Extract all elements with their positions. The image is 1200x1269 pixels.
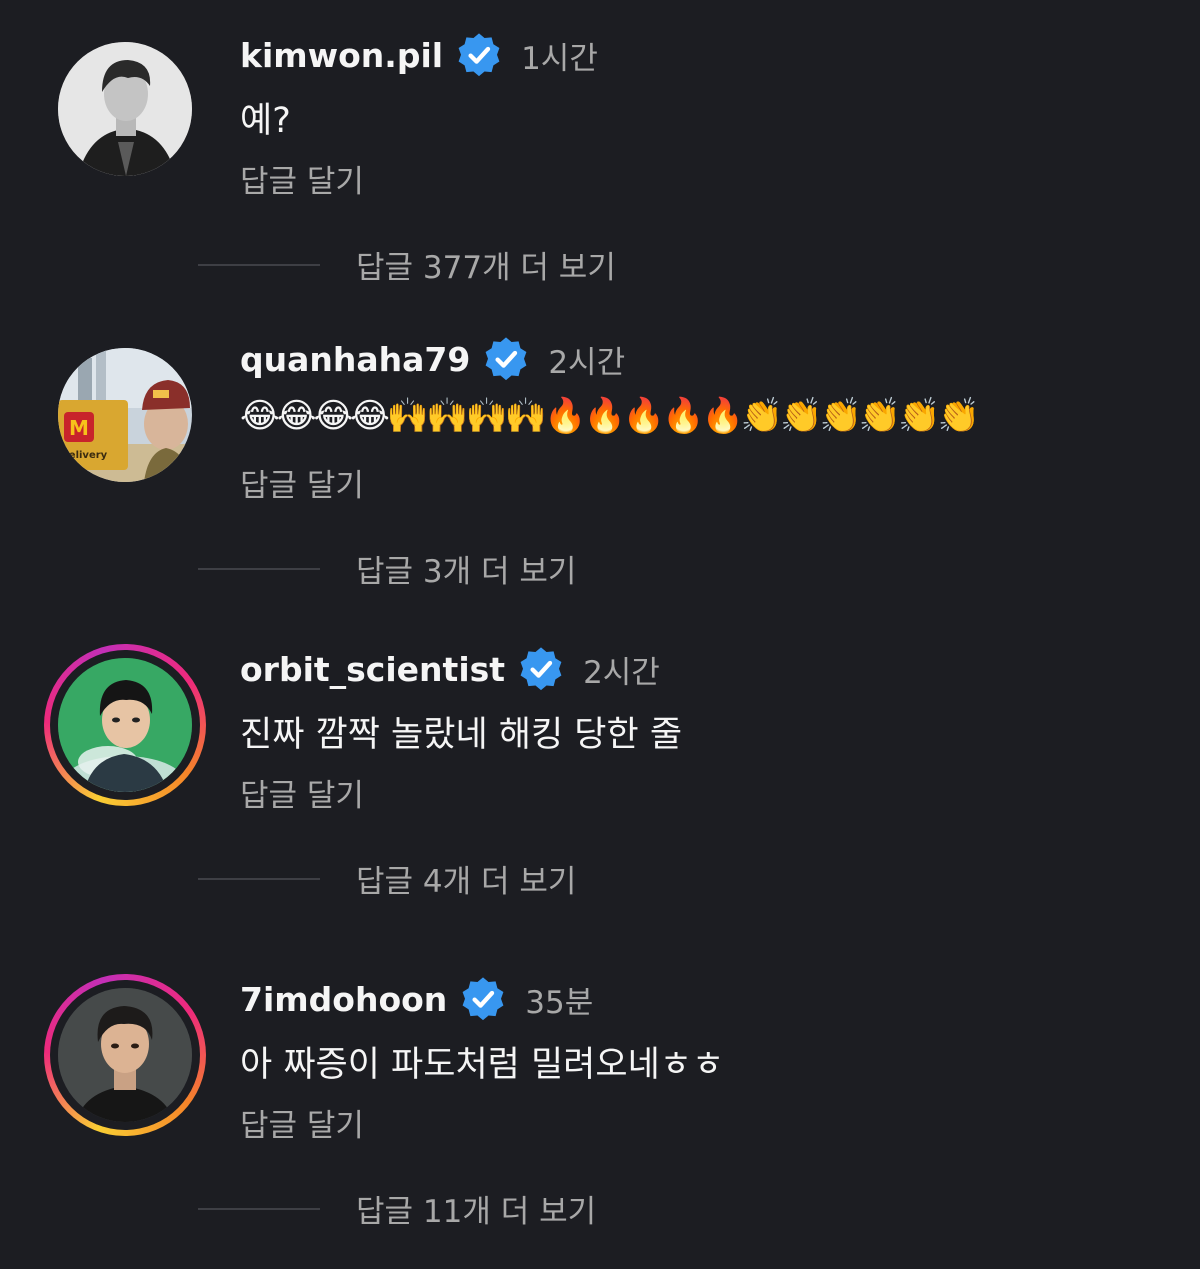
comment-header: orbit_scientist 2시간 (240, 644, 660, 694)
divider-line (198, 1207, 320, 1210)
avatar-story-ring[interactable] (44, 644, 206, 806)
comment-text: 아 짜증이 파도처럼 밀려오네ㅎㅎ (240, 1045, 725, 1085)
avatar-photo: M elivery (58, 348, 192, 482)
view-more-replies-label: 답글 11개 더 보기 (356, 1194, 597, 1230)
verified-badge-icon (517, 645, 565, 693)
view-more-replies-button[interactable]: 답글 4개 더 보기 (198, 856, 576, 901)
username[interactable]: kimwon.pil (240, 36, 443, 75)
comment-time: 2시간 (548, 344, 626, 381)
divider-line (198, 877, 320, 880)
divider-line (198, 567, 320, 570)
divider-line (198, 263, 320, 266)
reply-button[interactable]: 답글 달기 (240, 156, 364, 201)
username[interactable]: orbit_scientist (240, 650, 505, 689)
comment-header: kimwon.pil 1시간 (240, 30, 598, 80)
username[interactable]: quanhaha79 (240, 340, 470, 379)
avatar[interactable]: M elivery (58, 348, 192, 482)
view-more-replies-label: 답글 3개 더 보기 (356, 554, 577, 590)
comment-text: 진짜 깜짝 놀랐네 해킹 당한 줄 (240, 715, 683, 755)
username[interactable]: 7imdohoon (240, 980, 447, 1019)
svg-text:M: M (69, 416, 89, 440)
verified-badge-icon (455, 31, 503, 79)
comment-header: quanhaha79 2시간 (240, 334, 625, 384)
reply-button[interactable]: 답글 달기 (240, 460, 364, 505)
comment-time: 2시간 (583, 654, 660, 691)
view-more-replies-label: 답글 4개 더 보기 (356, 864, 577, 900)
comment-time: 35분 (525, 984, 594, 1021)
avatar-photo (58, 988, 192, 1122)
avatar[interactable] (58, 42, 192, 176)
comment-text: 예? (240, 101, 291, 141)
svg-text:elivery: elivery (69, 450, 108, 461)
avatar-story-ring[interactable] (44, 974, 206, 1136)
comment-header: 7imdohoon 35분 (240, 974, 593, 1024)
verified-badge-icon (459, 975, 507, 1023)
view-more-replies-label: 답글 377개 더 보기 (356, 250, 616, 286)
verified-badge-icon (482, 335, 530, 383)
avatar-photo (58, 42, 192, 176)
avatar-photo (58, 658, 192, 792)
view-more-replies-button[interactable]: 답글 3개 더 보기 (198, 546, 576, 591)
reply-button[interactable]: 답글 달기 (240, 770, 364, 815)
view-more-replies-button[interactable]: 답글 11개 더 보기 (198, 1186, 596, 1231)
view-more-replies-button[interactable]: 답글 377개 더 보기 (198, 242, 616, 287)
comment-time: 1시간 (521, 40, 598, 77)
reply-button[interactable]: 답글 달기 (240, 1100, 364, 1145)
comment-text: 😂😂😂😂🙌🙌🙌🙌🔥🔥🔥🔥🔥👏👏👏👏👏👏 (240, 396, 980, 436)
